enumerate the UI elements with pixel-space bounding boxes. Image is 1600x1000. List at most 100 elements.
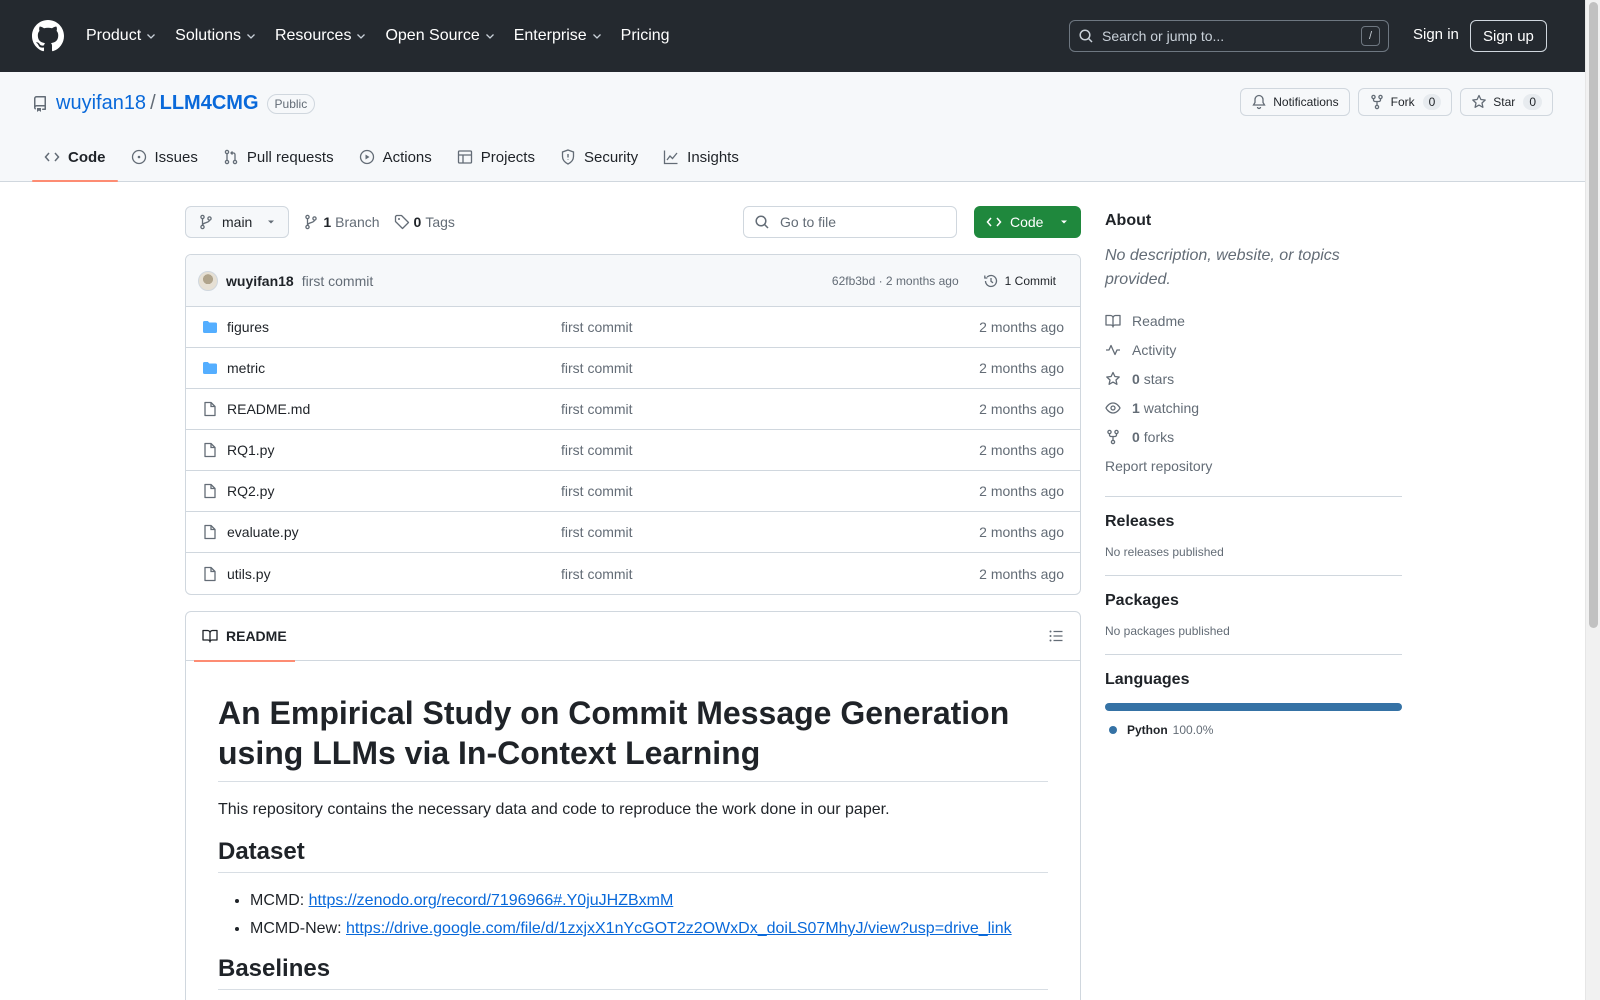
dataset-label: MCMD: bbox=[250, 892, 309, 909]
tab-code[interactable]: Code bbox=[32, 133, 118, 182]
star-icon bbox=[1472, 94, 1487, 108]
file-icon bbox=[204, 566, 216, 581]
issue-opened-icon bbox=[131, 149, 146, 165]
book-icon bbox=[202, 629, 218, 643]
file-icon bbox=[204, 524, 216, 540]
file-commit-message[interactable]: first commit bbox=[561, 483, 633, 499]
avatar[interactable] bbox=[198, 270, 218, 291]
nav-resources[interactable]: Resources bbox=[275, 27, 367, 45]
tab-projects[interactable]: Projects bbox=[445, 133, 547, 181]
tags-link[interactable]: 0 Tags bbox=[394, 214, 455, 230]
go-to-file-input[interactable]: Go to file bbox=[743, 206, 957, 238]
readme-tab[interactable]: README bbox=[194, 612, 295, 662]
file-commit-message[interactable]: first commit bbox=[561, 524, 633, 540]
file-icon bbox=[204, 483, 216, 499]
repo-tabs: Code Issues Pull requests Actions Projec… bbox=[32, 133, 752, 182]
tab-actions-label: Actions bbox=[382, 148, 432, 166]
repo-owner-link[interactable]: wuyifan18 bbox=[56, 92, 146, 115]
releases-title[interactable]: Releases bbox=[1105, 513, 1402, 531]
graph-icon bbox=[664, 150, 678, 165]
sign-up-button[interactable]: Sign up bbox=[1470, 20, 1547, 52]
stars-link[interactable]: 0 stars bbox=[1105, 364, 1402, 393]
tag-count-label: Tags bbox=[425, 214, 455, 230]
notifications-button[interactable]: Notifications bbox=[1240, 88, 1350, 116]
file-name-link[interactable]: RQ1.py bbox=[227, 442, 274, 458]
file-name-link[interactable]: figures bbox=[227, 319, 269, 335]
page-scrollbar[interactable] bbox=[1585, 0, 1600, 1000]
star-icon bbox=[1106, 371, 1120, 385]
tab-actions[interactable]: Actions bbox=[347, 133, 444, 181]
report-repository-link[interactable]: Report repository bbox=[1105, 451, 1402, 480]
table-row[interactable]: utils.py first commit 2 months ago bbox=[186, 553, 1080, 594]
folder-icon bbox=[203, 362, 217, 374]
nav-solutions[interactable]: Solutions bbox=[175, 27, 257, 45]
file-name-link[interactable]: evaluate.py bbox=[227, 524, 299, 540]
commit-history-link[interactable]: 1 Commit bbox=[975, 273, 1064, 289]
nav-enterprise[interactable]: Enterprise bbox=[514, 27, 603, 45]
file-rows: figures first commit 2 months ago metric fir… bbox=[186, 307, 1080, 594]
language-bar bbox=[1105, 703, 1402, 711]
tab-pull-requests-label: Pull requests bbox=[246, 148, 334, 166]
branch-select-button[interactable]: main bbox=[185, 206, 290, 238]
tab-issues[interactable]: Issues bbox=[119, 133, 210, 181]
nav-pricing[interactable]: Pricing bbox=[621, 27, 670, 45]
table-row[interactable]: README.md first commit 2 months ago bbox=[186, 389, 1080, 430]
readme-header: README bbox=[186, 612, 1080, 662]
commit-message-link[interactable]: first commit bbox=[302, 273, 374, 289]
repo-actions: Notifications Fork 0 Star 0 bbox=[1240, 88, 1553, 116]
file-name-link[interactable]: RQ2.py bbox=[227, 483, 274, 499]
dataset-link[interactable]: https://zenodo.org/record/7196966#.Y0juJ… bbox=[309, 892, 674, 909]
file-commit-message[interactable]: first commit bbox=[561, 319, 633, 335]
global-search-input[interactable]: Search or jump to... / bbox=[1069, 20, 1389, 52]
folder-icon bbox=[203, 321, 217, 333]
file-commit-message[interactable]: first commit bbox=[561, 566, 633, 582]
file-toolbar: main 1 Branch 0 Tags Go to file Code bbox=[185, 206, 1081, 238]
repo-name-link[interactable]: LLM4CMG bbox=[160, 92, 259, 115]
scrollbar-thumb[interactable] bbox=[1589, 2, 1598, 628]
table-row[interactable]: metric first commit 2 months ago bbox=[186, 348, 1080, 389]
tab-security[interactable]: Security bbox=[548, 133, 650, 181]
star-button[interactable]: Star 0 bbox=[1460, 88, 1553, 116]
forks-link[interactable]: 0 forks bbox=[1105, 422, 1402, 451]
code-button-label: Code bbox=[1010, 214, 1044, 230]
file-name-link[interactable]: utils.py bbox=[227, 566, 271, 582]
table-row[interactable]: evaluate.py first commit 2 months ago bbox=[186, 512, 1080, 553]
github-logo-icon[interactable] bbox=[32, 20, 64, 52]
packages-title[interactable]: Packages bbox=[1105, 592, 1402, 610]
search-placeholder: Search or jump to... bbox=[1102, 28, 1225, 44]
file-commit-message[interactable]: first commit bbox=[561, 442, 633, 458]
table-row[interactable]: figures first commit 2 months ago bbox=[186, 307, 1080, 348]
global-nav: Product Solutions Resources Open Source … bbox=[86, 27, 688, 45]
packages-empty-text: No packages published bbox=[1105, 624, 1230, 638]
readme-link[interactable]: Readme bbox=[1105, 306, 1402, 335]
commit-hash-time[interactable]: 62fb3bd · 2 months ago bbox=[832, 274, 959, 288]
language-item[interactable]: Python 100.0% bbox=[1105, 723, 1402, 737]
sign-in-link[interactable]: Sign in bbox=[1413, 26, 1459, 43]
main-content: main 1 Branch 0 Tags Go to file Code wuy… bbox=[185, 206, 1081, 1000]
table-row[interactable]: RQ1.py first commit 2 months ago bbox=[186, 430, 1080, 471]
tab-pull-requests[interactable]: Pull requests bbox=[211, 133, 346, 181]
forks-count: 0 bbox=[1132, 428, 1140, 445]
caret-down-icon bbox=[1061, 220, 1067, 224]
tab-insights[interactable]: Insights bbox=[651, 133, 751, 181]
dataset-link[interactable]: https://drive.google.com/file/d/1zxjxX1n… bbox=[346, 920, 1012, 937]
commit-author-link[interactable]: wuyifan18 bbox=[226, 273, 294, 289]
language-color-dot bbox=[1109, 726, 1117, 734]
file-name-link[interactable]: metric bbox=[227, 360, 265, 376]
search-icon bbox=[1079, 29, 1093, 43]
file-commit-message[interactable]: first commit bbox=[561, 360, 633, 376]
code-dropdown-button[interactable]: Code bbox=[974, 206, 1081, 238]
nav-enterprise-label: Enterprise bbox=[513, 27, 587, 44]
forks-label: forks bbox=[1143, 428, 1175, 445]
nav-product[interactable]: Product bbox=[86, 27, 157, 45]
watchers-link[interactable]: 1 watching bbox=[1105, 393, 1402, 422]
branches-link[interactable]: 1 Branch bbox=[303, 214, 380, 230]
fork-button[interactable]: Fork 0 bbox=[1357, 88, 1453, 116]
activity-link[interactable]: Activity bbox=[1105, 335, 1402, 364]
table-row[interactable]: RQ2.py first commit 2 months ago bbox=[186, 471, 1080, 512]
list-unordered-icon[interactable] bbox=[1048, 628, 1064, 644]
nav-open-source[interactable]: Open Source bbox=[385, 27, 495, 45]
repo-title: wuyifan18 / LLM4CMG Public bbox=[32, 92, 316, 115]
file-commit-message[interactable]: first commit bbox=[561, 401, 633, 417]
file-name-link[interactable]: README.md bbox=[227, 401, 310, 417]
